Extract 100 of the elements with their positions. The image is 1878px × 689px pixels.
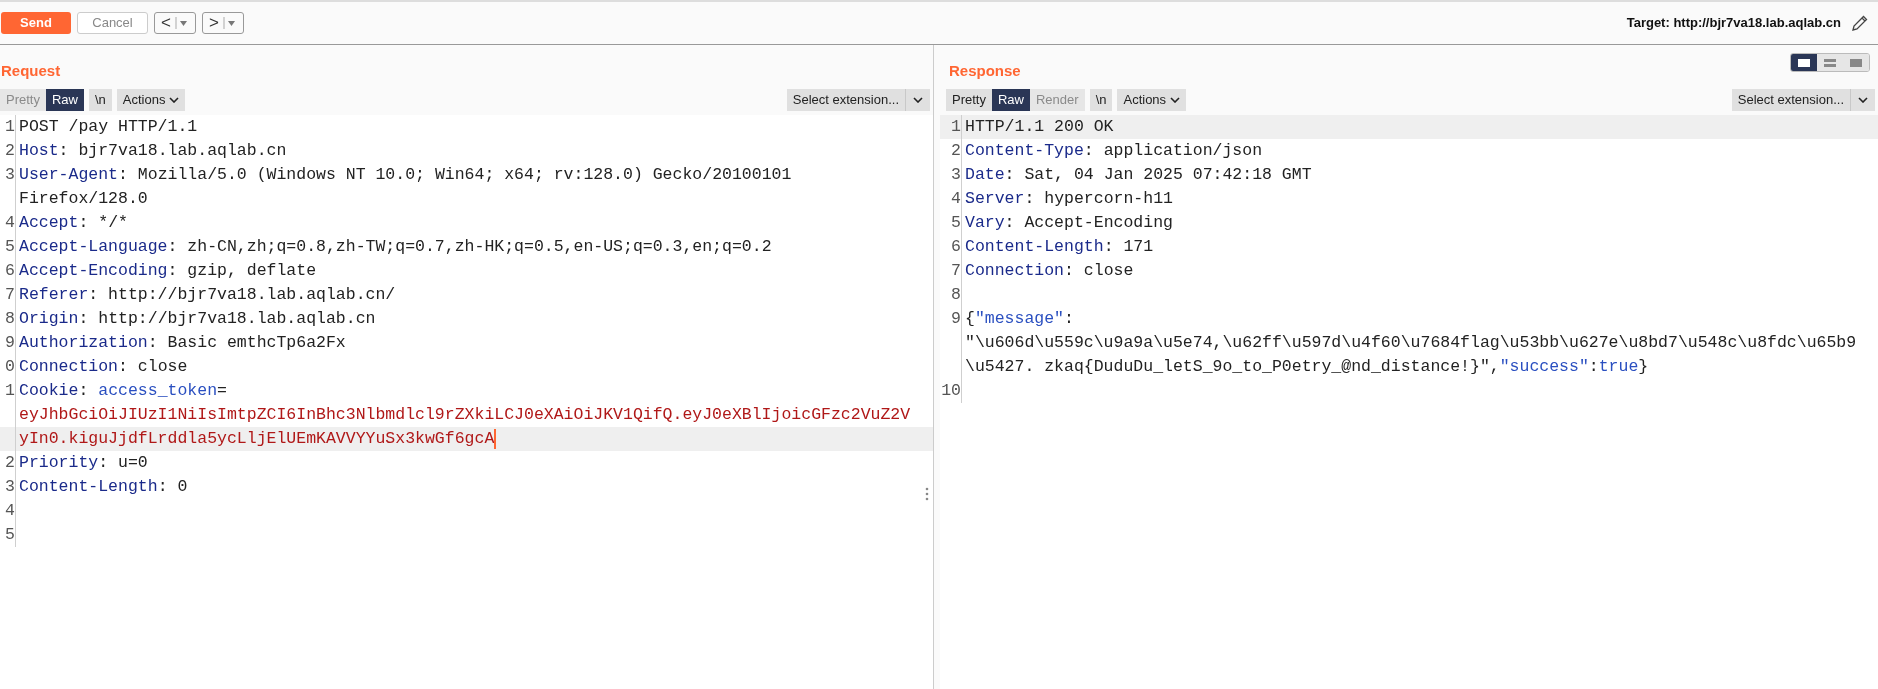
chevron-down-icon — [169, 97, 180, 103]
line-number: 1 — [5, 116, 15, 138]
extension-select[interactable]: Select extension... — [786, 89, 930, 111]
code-text: = — [217, 380, 227, 402]
panel-title: Response — [948, 60, 1021, 81]
code-text: \u5427. zkaq{DuduDu_letS_9o_to_P0etry_@nd_distance!}", — [965, 356, 1500, 378]
code-text: Accept-Language — [19, 236, 168, 258]
code-text: : application/json — [1083, 140, 1263, 162]
cancel-button[interactable]: Cancel — [77, 12, 148, 34]
code-text: : u=0 — [98, 452, 148, 474]
actions-dropdown[interactable]: Actions — [1117, 89, 1187, 111]
single-pane-icon[interactable] — [1843, 54, 1869, 71]
code-text: : 171 — [1103, 236, 1154, 258]
chevron-down-icon — [913, 97, 923, 103]
code-text: Authorization — [19, 332, 148, 354]
code-text: Accept — [19, 212, 79, 234]
code-text: : bjr7va18.lab.aqlab.cn — [58, 140, 287, 162]
code-text: : 0 — [157, 476, 188, 498]
code-text: Server — [965, 188, 1025, 210]
code-text: Priority — [19, 452, 99, 474]
line-number: 2 — [951, 140, 961, 162]
chevron-down-icon — [1170, 97, 1181, 103]
layout-toggle[interactable] — [1790, 53, 1870, 72]
code-text: Host — [19, 140, 59, 162]
code-text: Content-Length — [965, 236, 1104, 258]
code-text: Firefox/128.0 — [19, 188, 148, 210]
code-text: : — [78, 380, 90, 402]
code-text: User-Agent — [19, 164, 119, 186]
code-text: HTTP/1.1 200 OK — [965, 116, 1114, 138]
view-tab[interactable]: Raw — [45, 89, 84, 111]
code-text: : Sat, 04 Jan 2025 07:42:18 GMT — [1004, 164, 1312, 186]
code-text: : — [1588, 356, 1599, 378]
line-number: 4 — [5, 500, 15, 522]
code-text: : zh-CN,zh;q=0.8,zh-TW;q=0.7,zh-HK;q=0.5,en-US;q=0.3,en;q=0.2 — [167, 236, 772, 258]
code-text: : */* — [78, 212, 128, 234]
line-number: 4 — [951, 188, 961, 210]
text-cursor — [494, 429, 497, 449]
line-number: 2 — [5, 452, 15, 474]
code-text: : hypercorn-h11 — [1024, 188, 1173, 210]
code-text: Content-Type — [965, 140, 1084, 162]
line-number: 8 — [951, 284, 961, 306]
view-tab[interactable]: Raw — [991, 89, 1030, 111]
split-columns-icon[interactable] — [1791, 54, 1817, 71]
line-number: 4 — [5, 212, 15, 234]
view-tab[interactable]: \n — [89, 89, 112, 111]
code-text: "success" — [1499, 356, 1589, 378]
extension-select[interactable]: Select extension... — [1731, 89, 1875, 111]
caret-icon — [174, 17, 189, 29]
code-text: : http://bjr7va18.lab.aqlab.cn — [78, 308, 376, 330]
line-number: 3 — [5, 164, 15, 186]
caret-icon — [222, 17, 237, 29]
code-text: : — [1064, 308, 1074, 330]
code-text: : close — [118, 356, 188, 378]
line-number: 3 — [951, 164, 961, 186]
forward-button[interactable]: > — [201, 12, 244, 34]
code-text: } — [1638, 356, 1649, 378]
code-text: Referer — [19, 284, 89, 306]
line-number: 2 — [5, 140, 15, 162]
code-text: "\u606d\u559c\u9a9a\u5e74,\u62ff\u597d\u4f60\u7684flag\u53bb\u627e\u8bd7\u548c\u8fdc\u65b9 — [965, 332, 1857, 354]
chevron-down-icon — [1858, 97, 1868, 103]
code-text: eyJhbGciOiJIUzI1NiIsImtpZCI6InBhc3Nlbmdlcl9rZXkiLCJ0eXAiOiJKV1QifQ.eyJ0eXBlIjoicGFzc2VuZ2V — [19, 404, 911, 426]
drag-handle-icon[interactable] — [925, 487, 929, 501]
line-number: 3 — [5, 476, 15, 498]
code-text: Vary — [965, 212, 1005, 234]
message-editor[interactable] — [0, 115, 933, 689]
code-text: POST /pay HTTP/1.1 — [19, 116, 198, 138]
code-text: access_token — [98, 380, 218, 402]
back-button[interactable]: < — [154, 12, 196, 34]
code-text: true — [1598, 356, 1639, 378]
code-text: Origin — [19, 308, 79, 330]
target-label: Target: http://bjr7va18.lab.aqlab.cn — [1626, 14, 1841, 33]
line-number: 9 — [5, 332, 15, 354]
line-number: 6 — [5, 260, 15, 282]
view-tab[interactable]: Pretty — [946, 89, 992, 111]
code-text: yIn0.kiguJjdfLrddla5ycLljElUEmKAVVYYuSx3kwGf6gcA — [19, 428, 495, 450]
line-number: 0 — [5, 356, 15, 378]
code-text: : Accept-Encoding — [1004, 212, 1173, 234]
line-number: 9 — [951, 308, 961, 330]
view-tab[interactable]: \n — [1089, 89, 1113, 111]
code-text: Date — [965, 164, 1005, 186]
line-number: 6 — [951, 236, 961, 258]
line-number: 5 — [5, 524, 15, 546]
code-text: : close — [1064, 260, 1134, 282]
code-text: { — [965, 308, 975, 330]
line-number: 5 — [951, 212, 961, 234]
code-text: : http://bjr7va18.lab.aqlab.cn/ — [88, 284, 396, 306]
line-number: 7 — [951, 260, 961, 282]
code-text: Connection — [19, 356, 119, 378]
code-text: Content-Length — [19, 476, 158, 498]
panel-title: Request — [1, 60, 61, 81]
line-number: 8 — [5, 308, 15, 330]
code-text: : Basic emthcTp6a2Fx — [147, 332, 346, 354]
pencil-icon[interactable] — [1851, 14, 1869, 32]
line-number: 1 — [951, 116, 961, 138]
actions-dropdown[interactable]: Actions — [116, 89, 186, 111]
code-text: Connection — [965, 260, 1065, 282]
line-number: 10 — [941, 380, 961, 402]
code-text: "message" — [974, 308, 1065, 330]
code-text: Accept-Encoding — [19, 260, 168, 282]
code-text: : gzip, deflate — [167, 260, 317, 282]
